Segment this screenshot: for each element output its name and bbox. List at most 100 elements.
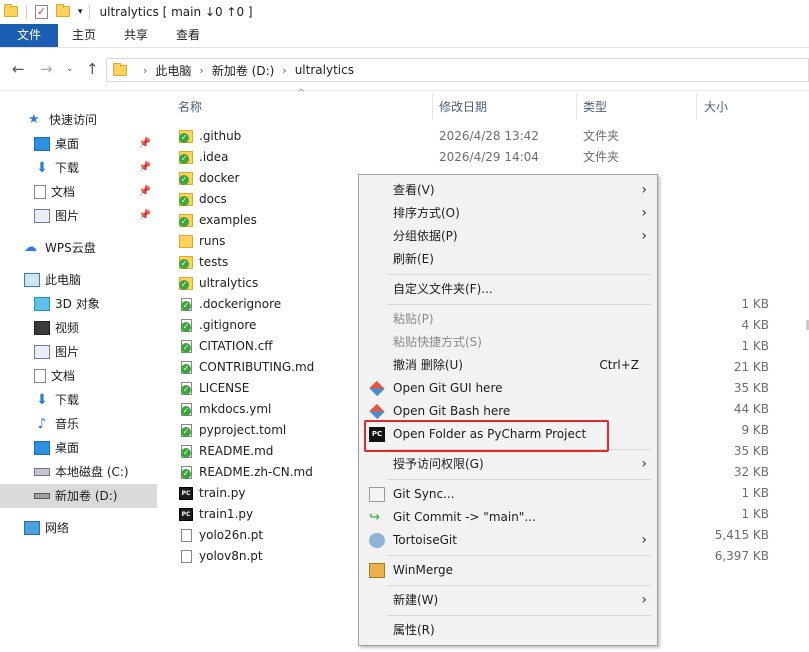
folder-icon [107,62,135,76]
properties-icon[interactable]: ✓ [35,5,48,19]
menu-item-open-git-gui-here[interactable]: Open Git GUI here [359,377,657,400]
sidebar-item-pictures-pinned[interactable]: 图片 📌 [0,204,157,228]
sidebar-item-this-pc[interactable]: 此电脑 [0,268,157,292]
up-arrow-icon[interactable]: ↑ [86,60,99,78]
recent-locations-chevron-icon[interactable]: ⌄ [66,64,74,74]
file-git-icon [181,424,192,437]
file-size: 44 KB [733,402,769,416]
submenu-chevron-icon: › [641,205,647,221]
sidebar-item-drive-d[interactable]: 新加卷 (D:) [0,484,157,508]
sidebar-item-label: 文档 [51,185,76,199]
tab-home[interactable]: 主页 [58,24,110,47]
menu-item-f[interactable]: 自定义文件夹(F)... [359,278,657,301]
forward-arrow-icon[interactable]: → [40,60,53,78]
breadcrumb-ultralytics[interactable]: ultralytics [295,63,354,77]
menu-item-v[interactable]: 查看(V) › [359,179,657,202]
sidebar-item-label: 下载 [55,161,80,175]
column-divider[interactable] [432,94,433,120]
submenu-chevron-icon: › [641,456,647,472]
git-gui-icon [369,380,385,397]
menu-item-label: Git Sync... [393,487,455,501]
folder-git-icon [179,277,193,290]
menu-item-winmerge[interactable]: WinMerge [359,559,657,582]
back-arrow-icon[interactable]: ← [12,60,25,78]
menu-separator [387,555,651,556]
sidebar-item-downloads[interactable]: ⬇ 下载 [0,388,157,412]
menu-item-u[interactable]: 撤消 删除(U) Ctrl+Z [359,354,657,377]
computer-icon [24,273,40,287]
breadcrumb-chevron-icon[interactable]: › [199,64,203,77]
sidebar-item-3d-objects[interactable]: 3D 对象 [0,292,157,316]
breadcrumb-chevron-icon[interactable]: › [282,64,286,77]
sidebar-item-label: 音乐 [55,417,80,431]
menu-item-p[interactable]: 分组依据(P) › [359,225,657,248]
pin-icon[interactable]: 📌 [139,180,151,204]
menu-separator [387,615,651,616]
sidebar-item-music[interactable]: ♪ 音乐 [0,412,157,436]
sidebar-item-documents[interactable]: 文档 [0,364,157,388]
sidebar-item-pictures[interactable]: 图片 [0,340,157,364]
document-icon [34,369,46,383]
pycharm-file-icon: PC [179,508,193,521]
menu-item-label: 刷新(E) [393,252,434,266]
quick-access-dropdown-icon[interactable]: ▾ [78,7,83,17]
menu-item-o[interactable]: 排序方式(O) › [359,202,657,225]
cloud-icon: ☁ [24,240,37,255]
pin-icon[interactable]: 📌 [139,132,151,156]
column-header-date[interactable]: 修改日期 [439,98,487,115]
sidebar-item-label: 文档 [51,369,76,383]
menu-item-git-sync[interactable]: Git Sync... [359,483,657,506]
breadcrumb-drive-d[interactable]: 新加卷 (D:) [212,62,274,79]
file-size: 21 KB [733,360,769,374]
tab-share[interactable]: 共享 [110,24,162,47]
breadcrumb-this-pc[interactable]: 此电脑 [155,62,191,79]
sidebar-item-drive-c[interactable]: 本地磁盘 (C:) [0,460,157,484]
column-header-type[interactable]: 类型 [583,98,607,115]
pin-icon[interactable]: 📌 [139,156,151,180]
navigation-pane: ★ 快速访问 桌面 📌 ⬇ 下载 📌 文档 📌 图片 📌 ☁ WPS云盘 此电脑… [0,92,158,652]
folder-icon [179,235,193,248]
breadcrumb-chevron-icon[interactable]: › [143,64,147,77]
column-divider[interactable] [576,94,577,120]
pin-icon[interactable]: 📌 [139,204,151,228]
menu-item-w[interactable]: 新建(W) › [359,589,657,612]
sidebar-item-desktop-pinned[interactable]: 桌面 📌 [0,132,157,156]
menu-item-r[interactable]: 属性(R) [359,619,657,642]
download-icon: ⬇ [36,392,48,408]
address-bar[interactable]: › 此电脑 › 新加卷 (D:) › ultralytics [106,58,809,82]
ribbon-tabs: 文件 主页 共享 查看 [0,24,809,48]
drive-icon [34,468,50,476]
star-icon: ★ [28,112,40,127]
file-git-icon [181,298,192,311]
tortoisegit-icon [369,533,385,548]
menu-item-e[interactable]: 刷新(E) [359,248,657,271]
menu-item-shortcut: Ctrl+Z [599,358,639,372]
tab-view[interactable]: 查看 [162,24,214,47]
new-folder-icon[interactable] [56,4,70,18]
sidebar-item-wps-cloud[interactable]: ☁ WPS云盘 [0,236,157,260]
file-row[interactable]: .idea 2026/4/29 14:04 文件夹 [170,147,809,168]
sidebar-item-videos[interactable]: 视频 [0,316,157,340]
tab-file[interactable]: 文件 [0,24,58,47]
file-date: 2026/4/28 13:42 [439,129,539,143]
menu-item-tortoisegit[interactable]: TortoiseGit › [359,529,657,552]
file-row[interactable]: .github 2026/4/28 13:42 文件夹 [170,126,809,147]
column-divider[interactable] [696,94,697,120]
divider [26,5,27,19]
column-header-size[interactable]: 大小 [704,98,728,115]
sidebar-item-desktop[interactable]: 桌面 [0,436,157,460]
menu-item-git-commit-main[interactable]: ↪ Git Commit -> "main"... [359,506,657,529]
sidebar-item-label: 桌面 [55,137,80,151]
file-name: .idea [199,150,229,164]
sidebar-item-documents-pinned[interactable]: 文档 📌 [0,180,157,204]
column-header-name[interactable]: 名称 [178,98,202,115]
file-git-icon [181,319,192,332]
sidebar-item-network[interactable]: 网络 [0,516,157,540]
sidebar-item-quick-access[interactable]: ★ 快速访问 [0,108,157,132]
submenu-chevron-icon: › [641,182,647,198]
file-name: CONTRIBUTING.md [199,360,315,374]
sidebar-item-downloads-pinned[interactable]: ⬇ 下载 📌 [0,156,157,180]
menu-item-g[interactable]: 授予访问权限(G) › [359,453,657,476]
git-bash-icon [369,403,385,420]
file-name: LICENSE [199,381,250,395]
